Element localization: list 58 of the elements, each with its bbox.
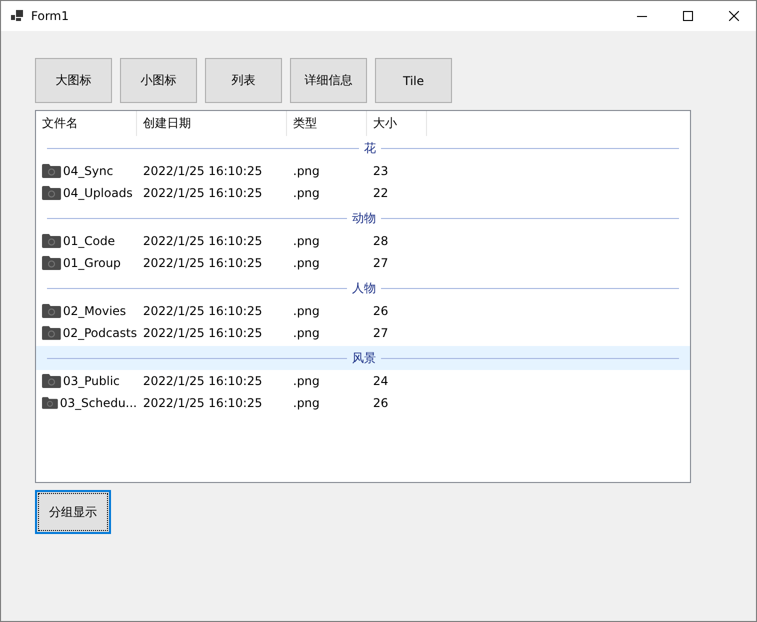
type-cell-text: .png <box>292 234 321 248</box>
date-cell-text: 2022/1/25 16:10:25 <box>142 256 264 270</box>
size-cell-text: 23 <box>372 164 390 178</box>
view-button[interactable]: 列表 <box>205 58 282 103</box>
file-name: 02_Podcasts <box>62 326 137 340</box>
group-header[interactable]: 花 <box>36 136 690 160</box>
file-name: 03_Public <box>63 374 120 388</box>
folder-icon <box>42 326 61 340</box>
file-name: 01_Code <box>63 234 115 248</box>
date-cell-text: 2022/1/25 16:10:25 <box>142 186 264 200</box>
column-header[interactable]: 创建日期 <box>137 111 287 136</box>
column-header[interactable]: 文件名 <box>36 111 137 136</box>
folder-icon <box>42 234 61 248</box>
folder-icon <box>42 396 58 410</box>
folder-icon <box>42 374 61 388</box>
window-title: Form1 <box>31 9 69 23</box>
column-header[interactable]: 类型 <box>287 111 367 136</box>
folder-icon <box>42 256 61 270</box>
date-cell-text: 2022/1/25 16:10:25 <box>142 164 264 178</box>
column-header[interactable]: 大小 <box>367 111 427 136</box>
date-cell-text: 2022/1/25 16:10:25 <box>142 326 264 340</box>
type-cell-text: .png <box>292 256 321 270</box>
group-header[interactable]: 风景 <box>36 346 690 370</box>
file-name: 04_Uploads <box>63 186 133 200</box>
size-cell-text: 22 <box>372 186 390 200</box>
type-cell-text: .png <box>292 304 321 318</box>
view-button[interactable]: 大图标 <box>35 58 112 103</box>
type-cell-text: .png <box>292 326 321 340</box>
type-cell-text: .png <box>292 374 321 388</box>
view-button[interactable]: Tile <box>375 58 452 103</box>
group-display-button[interactable]: 分组显示 <box>35 490 111 534</box>
date-cell-text: 2022/1/25 16:10:25 <box>142 234 264 248</box>
size-cell-text: 24 <box>372 374 390 388</box>
folder-icon <box>42 164 61 178</box>
size-cell-text: 27 <box>372 326 390 340</box>
type-cell-text: .png <box>292 164 321 178</box>
type-cell-text: .png <box>292 396 321 410</box>
size-cell-text: 28 <box>372 234 390 248</box>
date-cell-text: 2022/1/25 16:10:25 <box>142 396 264 410</box>
view-button[interactable]: 小图标 <box>120 58 197 103</box>
group-header[interactable]: 动物 <box>36 206 690 230</box>
size-cell-text: 26 <box>372 304 390 318</box>
folder-icon <box>42 304 61 318</box>
date-cell-text: 2022/1/25 16:10:25 <box>142 304 264 318</box>
date-cell-text: 2022/1/25 16:10:25 <box>142 374 264 388</box>
file-name: 04_Sync <box>63 164 114 178</box>
type-cell-text: .png <box>292 186 321 200</box>
app-icon <box>11 10 23 22</box>
file-name: 02_Movies <box>63 304 126 318</box>
file-name: 03_Schedu... <box>60 396 137 410</box>
size-cell-text: 26 <box>372 396 390 410</box>
maximize-icon[interactable] <box>683 11 693 21</box>
view-button[interactable]: 详细信息 <box>290 58 367 103</box>
file-name: 01_Group <box>63 256 121 270</box>
size-cell-text: 27 <box>372 256 390 270</box>
close-icon[interactable] <box>729 11 739 21</box>
group-header[interactable]: 人物 <box>36 276 690 300</box>
folder-icon <box>42 186 61 200</box>
